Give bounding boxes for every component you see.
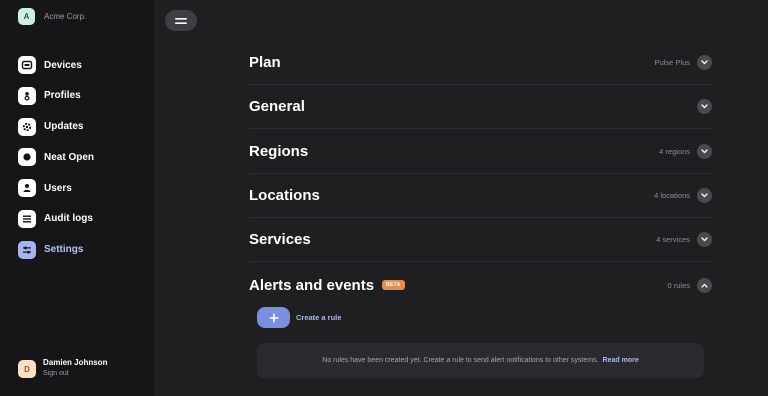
sidebar-item-label: Devices	[44, 59, 82, 71]
user-profile: D Damien Johnson Sign out	[18, 358, 107, 380]
chevron-up-icon[interactable]	[697, 277, 712, 293]
sidebar: A Acme Corp. Devices Profiles Updates Ne…	[0, 0, 154, 396]
sidebar-item-label: Profiles	[44, 90, 81, 102]
create-rule-label[interactable]: Create a rule	[296, 313, 341, 322]
sidebar-item-label: Updates	[44, 121, 84, 133]
sidebar-item-settings[interactable]: Settings	[18, 240, 94, 259]
section-regions[interactable]: Regions 4 regions	[249, 130, 712, 174]
section-services[interactable]: Services 4 services	[249, 218, 712, 262]
sidebar-item-label: Users	[44, 182, 72, 194]
section-title: Regions	[249, 143, 309, 160]
create-rule-button[interactable]: Create a rule	[257, 307, 341, 328]
section-meta: 4 services	[656, 235, 690, 244]
empty-state-message: No rules have been created yet. Create a…	[257, 343, 704, 378]
section-title: Alerts and events	[249, 276, 375, 294]
sidebar-item-label: Neat Open	[44, 151, 95, 163]
chevron-down-icon[interactable]	[697, 144, 712, 159]
user-icon	[18, 179, 36, 198]
org-name: Acme Corp.	[44, 12, 87, 21]
sidebar-item-updates[interactable]: Updates	[18, 117, 94, 136]
sidebar-item-label: Settings	[44, 244, 84, 256]
read-more-link[interactable]: Read more	[603, 357, 639, 364]
menu-icon	[175, 17, 187, 24]
section-title: Services	[249, 231, 311, 248]
neat-open-icon	[18, 148, 36, 167]
empty-state-text: No rules have been created yet. Create a…	[322, 357, 599, 364]
updates-icon	[18, 117, 36, 136]
avatar: D	[18, 360, 36, 378]
beta-badge: BETA	[382, 280, 405, 290]
sign-out-link[interactable]: Sign out	[43, 368, 107, 380]
section-plan[interactable]: Plan Pulse Plus	[249, 41, 712, 85]
section-meta: Pulse Plus	[654, 58, 690, 67]
chevron-down-icon[interactable]	[697, 55, 712, 70]
section-meta: 4 locations	[654, 191, 690, 200]
section-general[interactable]: General	[249, 85, 712, 129]
sidebar-toggle-button[interactable]	[165, 10, 197, 31]
user-name: Damien Johnson	[43, 358, 108, 367]
sidebar-item-neat-open[interactable]: Neat Open	[18, 148, 95, 167]
sidebar-item-users[interactable]: Users	[18, 179, 94, 198]
list-icon	[18, 209, 36, 228]
section-title: Plan	[249, 54, 281, 71]
sidebar-item-profiles[interactable]: Profiles	[18, 86, 94, 105]
section-meta: 0 rules	[667, 280, 690, 290]
sidebar-item-audit-logs[interactable]: Audit logs	[18, 209, 94, 228]
chevron-down-icon[interactable]	[697, 188, 712, 203]
profiles-icon	[18, 86, 36, 105]
chevron-down-icon[interactable]	[697, 232, 712, 247]
section-locations[interactable]: Locations 4 locations	[249, 174, 712, 218]
sliders-icon	[18, 240, 36, 259]
org-switcher[interactable]: A Acme Corp.	[18, 8, 86, 25]
chevron-down-icon[interactable]	[697, 99, 712, 114]
section-title: General	[249, 98, 305, 115]
section-title: Locations	[249, 187, 320, 204]
sidebar-item-devices[interactable]: Devices	[18, 56, 94, 74]
device-icon	[18, 56, 36, 74]
sidebar-item-label: Audit logs	[44, 213, 93, 225]
plus-icon[interactable]	[257, 307, 290, 328]
sidebar-nav: Devices Profiles Updates Neat Open Users	[18, 56, 94, 272]
section-alerts-and-events[interactable]: Alerts and events BETA 0 rules	[249, 263, 712, 307]
org-avatar: A	[18, 8, 35, 25]
section-meta: 4 regions	[659, 147, 690, 156]
